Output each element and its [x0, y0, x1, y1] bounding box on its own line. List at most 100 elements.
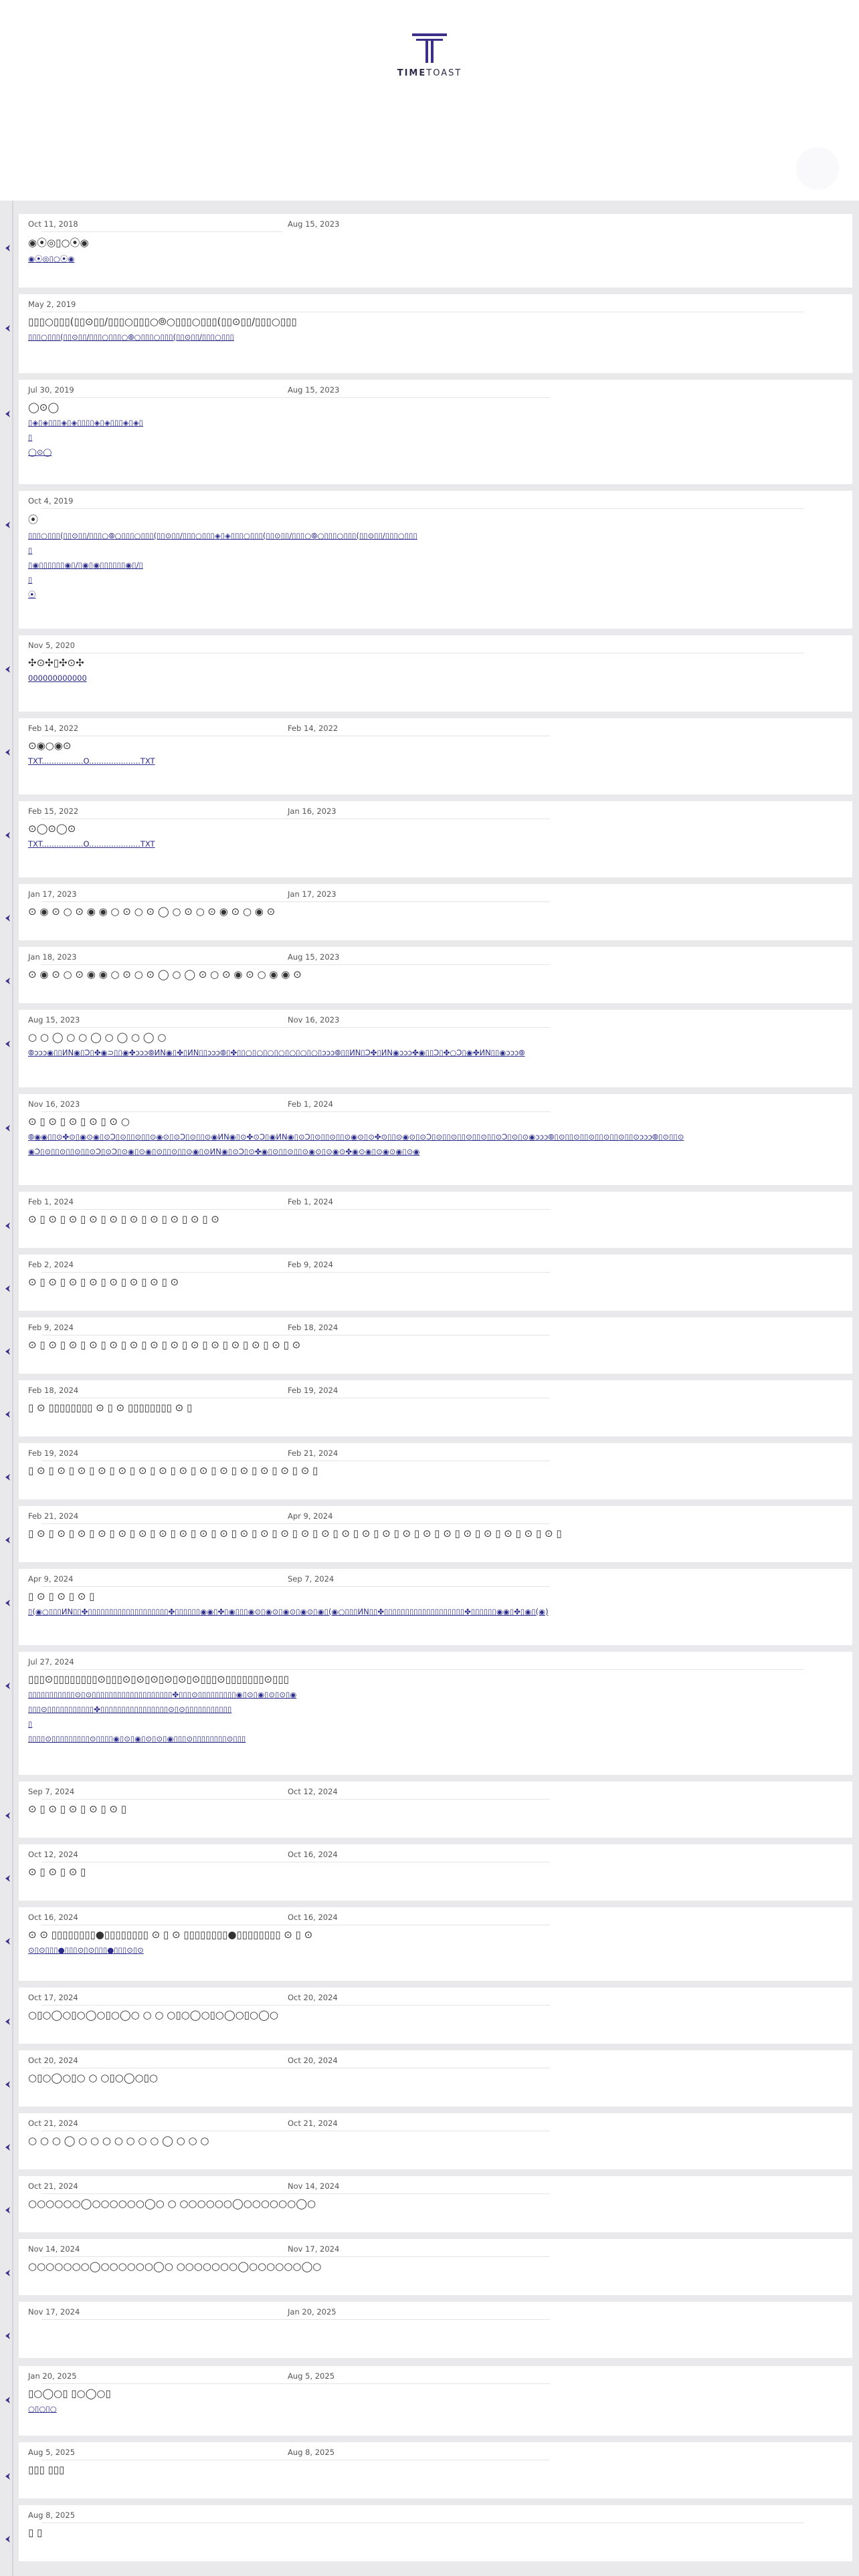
- event-link[interactable]: ▯: [28, 574, 847, 585]
- timeline-event-card[interactable]: Feb 1, 2024 Feb 1, 2024 ⊙ ▯ ⊙ ▯ ⊙ ▯ ⊙ ▯ ⊙ …: [19, 1192, 852, 1248]
- event-link[interactable]: ▯◉▯▯▯▯▯▯◉▯/▯◉▯◉▯▯▯▯▯▯◉▯/▯: [28, 560, 847, 570]
- event-title[interactable]: ▯▯▯⊙▯▯▯▯▯▯▯▯⊙▯▯▯⊙▯⊙▯⊙▯⊙▯⊙▯⊙▯▯▯⊙▯▯▯▯▯▯▯⊙▯…: [28, 1673, 847, 1685]
- event-title[interactable]: ⊙◉○◉⊙: [28, 740, 847, 752]
- timeline-event-card[interactable]: Oct 12, 2024 Oct 16, 2024 ⊙ ▯ ⊙ ▯ ⊙ ▯: [19, 1844, 852, 1901]
- event-title[interactable]: ⊙ ▯ ⊙ ▯ ⊙ ▯ ⊙ ▯ ⊙ ▯ ⊙ ▯ ⊙ ▯ ⊙ ▯ ⊙ ▯ ⊙ ▯ …: [28, 1339, 847, 1351]
- timeline-event-card[interactable]: Nov 17, 2024 Jan 20, 2025: [19, 2302, 852, 2358]
- event-title[interactable]: ⊙ ▯ ⊙ ▯ ⊙ ▯: [28, 1866, 847, 1878]
- timeline-area[interactable]: Oct 11, 2018 Aug 15, 2023 ◉⦿◎▯○⦿◉ ◉⦿◎▯○⦿◉ Ma…: [0, 201, 859, 2576]
- timeline-event-card[interactable]: Feb 18, 2024 Feb 19, 2024 ▯ ⊙ ▯▯▯▯▯▯▯▯ ⊙ ▯…: [19, 1380, 852, 1436]
- event-link[interactable]: ▯: [28, 1719, 847, 1729]
- event-title[interactable]: ◯⊙◯: [28, 401, 847, 413]
- timeline-marker-icon[interactable]: [3, 2472, 12, 2481]
- event-title[interactable]: ◉⦿◎▯○⦿◉: [28, 235, 847, 249]
- event-title[interactable]: ○▯○◯○▯○◯○▯○◯○ ○ ○ ○▯○◯○▯○◯○▯○◯○: [28, 2009, 847, 2021]
- timeline-marker-icon[interactable]: [3, 1347, 12, 1356]
- timeline-event-card[interactable]: Nov 5, 2020 ✣⊙✣▯✣⊙✣ 000000000000: [19, 635, 852, 712]
- timeline-event-card[interactable]: Feb 14, 2022 Feb 14, 2022 ⊙◉○◉⊙ TXT........…: [19, 718, 852, 794]
- timeline-marker-icon[interactable]: [3, 1937, 12, 1946]
- timeline-event-card[interactable]: Jul 27, 2024 ▯▯▯⊙▯▯▯▯▯▯▯▯⊙▯▯▯⊙▯⊙▯⊙▯⊙▯⊙▯⊙▯…: [19, 1652, 852, 1775]
- timeline-marker-icon[interactable]: [3, 1473, 12, 1482]
- timeline-event-card[interactable]: Aug 15, 2023 Nov 16, 2023 ○ ○ ◯ ○ ○ ◯ ○ ◯ …: [19, 1010, 852, 1087]
- timeline-event-card[interactable]: Sep 7, 2024 Oct 12, 2024 ⊙ ▯ ⊙ ▯ ⊙ ▯ ⊙ ▯ ⊙…: [19, 1782, 852, 1838]
- timeline-event-card[interactable]: Feb 2, 2024 Feb 9, 2024 ⊙ ▯ ⊙ ▯ ⊙ ▯ ⊙ ▯ ⊙ …: [19, 1255, 852, 1311]
- timeline-event-card[interactable]: Aug 5, 2025 Aug 8, 2025 ▯▯▯ ▯▯▯: [19, 2442, 852, 2498]
- timeline-marker-icon[interactable]: [3, 1123, 12, 1133]
- event-link[interactable]: ▯▯▯⊙▯▯▯▯▯▯▯▯▯▯▯✤▯▯▯▯▯▯▯▯▯▯▯▯▯▯▯▯⊙▯⊙▯▯▯▯▯…: [28, 1704, 847, 1715]
- event-title[interactable]: ⊙ ▯ ⊙ ▯ ⊙ ▯ ⊙ ▯ ⊙ ▯: [28, 1803, 847, 1815]
- timeline-marker-icon[interactable]: [3, 2268, 12, 2278]
- timeline-marker-icon[interactable]: [3, 914, 12, 923]
- event-title[interactable]: ⊙ ▯ ⊙ ▯ ⊙ ▯ ⊙ ▯ ⊙ ○: [28, 1115, 847, 1128]
- timeline-event-card[interactable]: Oct 11, 2018 Aug 15, 2023 ◉⦿◎▯○⦿◉ ◉⦿◎▯○⦿◉: [19, 214, 852, 288]
- timeline-event-card[interactable]: Oct 21, 2024 Oct 21, 2024 ○ ○ ○ ◯ ○ ○ ○ ○ …: [19, 2113, 852, 2169]
- event-title[interactable]: ▯ ⊙ ▯ ⊙ ▯ ⊙ ▯: [28, 1590, 847, 1602]
- event-link[interactable]: TXT.................O...................…: [28, 756, 847, 766]
- event-link[interactable]: ◉Ɔ▯⊙▯▯⊙▯▯⊙▯▯⊙Ɔ▯⊙Ɔ▯⊙◉▯⊙◉▯⊙▯▯⊙▯▯⊙◉▯⊙ИN◉▯⊙Ɔ…: [28, 1146, 847, 1157]
- timeline-marker-icon[interactable]: [3, 2143, 12, 2152]
- timeline-marker-icon[interactable]: [3, 2080, 12, 2089]
- timeline-marker-icon[interactable]: [3, 831, 12, 840]
- event-title[interactable]: ○○○○○○◯○○○○○○◯○ ○ ○○○○○○◯○○○○○○◯○: [28, 2197, 847, 2210]
- timeline-marker-icon[interactable]: [3, 1535, 12, 1545]
- event-title[interactable]: ⊙ ▯ ⊙ ▯ ⊙ ▯ ⊙ ▯ ⊙ ▯ ⊙ ▯ ⊙ ▯ ⊙ ▯ ⊙ ▯ ⊙: [28, 1213, 847, 1225]
- event-title[interactable]: ▯ ⊙ ▯ ⊙ ▯ ⊙ ▯ ⊙ ▯ ⊙ ▯ ⊙ ▯ ⊙ ▯ ⊙ ▯ ⊙ ▯ ⊙ …: [28, 1465, 847, 1477]
- event-link[interactable]: ▯: [28, 545, 847, 556]
- event-title[interactable]: ▯○◯○▯ ▯○◯○▯: [28, 2387, 847, 2399]
- event-title[interactable]: ○ ○ ○ ◯ ○ ○ ○ ○ ○ ○ ○ ◯ ○ ○ ○: [28, 2135, 847, 2147]
- timeline-event-card[interactable]: Oct 16, 2024 Oct 16, 2024 ⊙ ⊙ ▯▯▯▯▯▯▯▯●▯▯▯…: [19, 1907, 852, 1981]
- timeline-marker-icon[interactable]: [3, 2535, 12, 2544]
- event-link[interactable]: ◯⊙◯: [28, 447, 847, 457]
- timeline-marker-icon[interactable]: [3, 243, 12, 253]
- event-title[interactable]: ▯▯▯ ▯▯▯: [28, 2464, 847, 2476]
- timeline-event-card[interactable]: Oct 4, 2019 ⦿ ▯▯▯○▯▯▯(▯▯⊙▯▯/▯▯▯○⦾○▯▯▯○▯▯▯(…: [19, 491, 852, 629]
- timeline-event-card[interactable]: Oct 17, 2024 Oct 20, 2024 ○▯○◯○▯○◯○▯○◯○ ○ …: [19, 1988, 852, 2044]
- timeline-event-card[interactable]: Nov 16, 2023 Feb 1, 2024 ⊙ ▯ ⊙ ▯ ⊙ ▯ ⊙ ▯ ⊙…: [19, 1094, 852, 1185]
- timeline-marker-icon[interactable]: [3, 1598, 12, 1608]
- timeline-event-card[interactable]: Feb 15, 2022 Jan 16, 2023 ⊙◯⊙◯⊙ TXT........…: [19, 801, 852, 877]
- event-title[interactable]: ▯▯▯○▯▯▯(▯▯⊙▯▯/▯▯▯○▯▯▯○⦾○▯▯▯○▯▯▯(▯▯⊙▯▯/▯▯…: [28, 316, 847, 328]
- timeline-marker-icon[interactable]: [3, 1039, 12, 1049]
- timeline-event-card[interactable]: Jan 18, 2023 Aug 15, 2023 ⊙ ◉ ⊙ ○ ⊙ ◉ ◉ ○ …: [19, 947, 852, 1003]
- event-link[interactable]: ▯: [28, 432, 847, 443]
- event-title[interactable]: ⊙ ▯ ⊙ ▯ ⊙ ▯ ⊙ ▯ ⊙ ▯ ⊙ ▯ ⊙ ▯ ⊙: [28, 1276, 847, 1288]
- timeline-marker-icon[interactable]: [3, 1410, 12, 1419]
- timeline-event-card[interactable]: Oct 20, 2024 Oct 20, 2024 ○▯○◯○▯○ ○ ○▯○◯○▯…: [19, 2050, 852, 2107]
- timeline-marker-icon[interactable]: [3, 520, 12, 530]
- timeline-marker-icon[interactable]: [3, 1284, 12, 1293]
- timeline-marker-icon[interactable]: [3, 1811, 12, 1820]
- brand-logo[interactable]: TIMETOAST: [396, 32, 463, 78]
- event-link[interactable]: ⦿: [28, 589, 847, 600]
- event-title[interactable]: ▯ ⊙ ▯▯▯▯▯▯▯▯ ⊙ ▯ ⊙ ▯▯▯▯▯▯▯▯ ⊙ ▯: [28, 1402, 847, 1414]
- event-link[interactable]: ▯(◉○▯▯▯ИN▯▯✤▯▯▯▯▯▯▯▯▯▯▯▯▯▯▯▯▯▯▯✤▯▯▯▯▯▯◉◉…: [28, 1606, 847, 1617]
- event-link[interactable]: ◉⦿◎▯○⦿◉: [28, 253, 847, 264]
- timeline-marker-icon[interactable]: [3, 1874, 12, 1883]
- event-link[interactable]: ▯▯▯▯▯▯▯▯▯▯▯⊙▯⊙▯▯▯▯▯▯▯▯▯▯▯▯▯▯▯▯▯▯▯✤▯▯▯⊙▯▯…: [28, 1689, 847, 1700]
- timeline-event-card[interactable]: Feb 21, 2024 Apr 9, 2024 ▯ ⊙ ▯ ⊙ ▯ ⊙ ▯ ⊙ ▯…: [19, 1506, 852, 1562]
- timeline-marker-icon[interactable]: [3, 2017, 12, 2026]
- timeline-marker-icon[interactable]: [3, 2395, 12, 2405]
- event-title[interactable]: ○○○○○○○◯○○○○○○◯○ ○○○○○○○◯○○○○○○◯○: [28, 2260, 847, 2272]
- event-title[interactable]: ▯ ⊙ ▯ ⊙ ▯ ⊙ ▯ ⊙ ▯ ⊙ ▯ ⊙ ▯ ⊙ ▯ ⊙ ▯ ⊙ ▯ ⊙ …: [28, 1527, 847, 1539]
- timeline-marker-icon[interactable]: [3, 2331, 12, 2341]
- timeline-marker-icon[interactable]: [3, 748, 12, 757]
- event-link[interactable]: TXT.................O...................…: [28, 839, 847, 849]
- event-title[interactable]: ⊙ ◉ ⊙ ○ ⊙ ◉ ◉ ○ ⊙ ○ ⊙ ◯ ○ ⊙ ○ ⊙ ◉ ⊙ ○ ◉ …: [28, 905, 847, 918]
- timeline-event-card[interactable]: Feb 9, 2024 Feb 18, 2024 ⊙ ▯ ⊙ ▯ ⊙ ▯ ⊙ ▯ ⊙…: [19, 1317, 852, 1374]
- event-link[interactable]: ▯◈▯◈▯▯▯◈▯◈▯▯▯▯◈▯◈▯▯▯◈▯◈▯: [28, 417, 847, 428]
- event-link[interactable]: ⦾ᴐᴐᴐ◉▯▯ИN◉▯Ɔ▯✤◉⊃▯▯◉✤ᴐᴐᴐ⦾ИN◉▯✤▯ИN▯▯ᴐᴐᴐ⦾▯✤…: [28, 1047, 847, 1058]
- event-link[interactable]: ⊙▯⊙▯▯▯●▯▯▯⊙▯⊙▯▯▯●▯▯▯⊙▯⊙: [28, 1945, 847, 1955]
- event-title[interactable]: ○▯○◯○▯○ ○ ○▯○◯○▯○: [28, 2072, 847, 2084]
- timeline-event-card[interactable]: Jan 20, 2025 Aug 5, 2025 ▯○◯○▯ ▯○◯○▯ ○▯○▯○: [19, 2366, 852, 2436]
- event-title[interactable]: ⊙ ⊙ ▯▯▯▯▯▯▯▯●▯▯▯▯▯▯▯▯ ⊙ ▯ ⊙ ▯▯▯▯▯▯▯▯●▯▯▯…: [28, 1929, 847, 1941]
- event-link[interactable]: ▯▯▯○▯▯▯(▯▯⊙▯▯/▯▯▯○⦾○▯▯▯○▯▯▯(▯▯⊙▯▯/▯▯▯○▯▯…: [28, 530, 847, 541]
- event-link[interactable]: ○▯○▯○: [28, 2403, 847, 2414]
- timeline-marker-icon[interactable]: [3, 1221, 12, 1230]
- timeline-marker-icon[interactable]: [3, 665, 12, 674]
- event-title[interactable]: ✣⊙✣▯✣⊙✣: [28, 657, 847, 669]
- timeline-marker-icon[interactable]: [3, 2206, 12, 2215]
- timeline-event-card[interactable]: Nov 14, 2024 Nov 17, 2024 ○○○○○○○◯○○○○○○◯○…: [19, 2239, 852, 2295]
- timeline-event-card[interactable]: Jan 17, 2023 Jan 17, 2023 ⊙ ◉ ⊙ ○ ⊙ ◉ ◉ ○ …: [19, 884, 852, 940]
- event-link[interactable]: ▯▯▯○▯▯▯(▯▯⊙▯▯/▯▯▯○▯▯▯○⦾○▯▯▯○▯▯▯(▯▯⊙▯▯/▯▯…: [28, 332, 847, 342]
- event-title[interactable]: ▯ ▯: [28, 2527, 847, 2539]
